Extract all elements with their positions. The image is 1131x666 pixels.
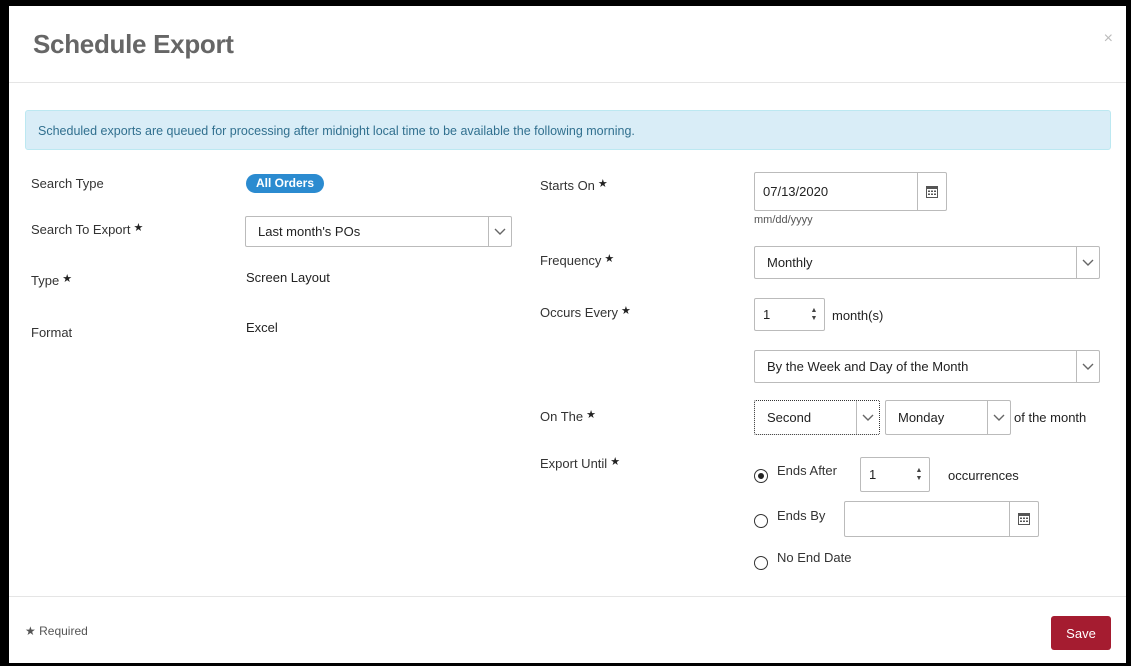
occurs-every-stepper[interactable]: 1 ▲ ▼ bbox=[754, 298, 825, 331]
chevron-down-icon bbox=[488, 217, 511, 246]
type-label-text: Type bbox=[31, 273, 60, 288]
occurs-every-label-text: Occurs Every bbox=[540, 305, 619, 320]
type-label: Type ★ bbox=[31, 272, 72, 288]
calendar-icon[interactable] bbox=[917, 173, 946, 210]
frequency-label: Frequency ★ bbox=[540, 252, 614, 268]
day-of-week-select[interactable]: Monday bbox=[885, 400, 1011, 435]
ends-by-radio[interactable] bbox=[754, 514, 768, 528]
on-the-label-text: On The bbox=[540, 409, 584, 424]
week-value: Second bbox=[767, 410, 812, 425]
search-to-export-label-text: Search To Export bbox=[31, 222, 131, 237]
search-to-export-select[interactable]: Last month's POs bbox=[245, 216, 512, 247]
dialog-title: Schedule Export bbox=[33, 29, 234, 59]
close-icon[interactable]: × bbox=[1104, 30, 1113, 48]
required-note: ★ Required bbox=[25, 624, 88, 638]
day-value: Monday bbox=[898, 410, 945, 425]
required-star-icon: ★ bbox=[610, 456, 621, 468]
required-text: Required bbox=[39, 624, 88, 638]
chevron-down-icon bbox=[856, 401, 879, 434]
starts-on-label-text: Starts On bbox=[540, 178, 595, 193]
format-value: Excel bbox=[246, 320, 278, 335]
required-star-icon: ★ bbox=[62, 273, 73, 285]
save-button[interactable]: Save bbox=[1051, 616, 1111, 650]
required-star-icon: ★ bbox=[621, 305, 631, 317]
frequency-value: Monthly bbox=[767, 255, 813, 270]
stepper-arrows-icon[interactable]: ▲ ▼ bbox=[909, 458, 929, 491]
search-to-export-label: Search To Export ★ bbox=[31, 221, 143, 237]
date-format-hint: mm/dd/yyyy bbox=[754, 214, 813, 226]
info-banner: Scheduled exports are queued for process… bbox=[25, 110, 1111, 150]
starts-on-label: Starts On ★ bbox=[540, 177, 608, 193]
frequency-label-text: Frequency bbox=[540, 253, 602, 268]
required-star-icon: ★ bbox=[133, 222, 144, 234]
no-end-date-radio[interactable] bbox=[754, 556, 768, 570]
of-the-month-text: of the month bbox=[1014, 410, 1087, 425]
format-label: Format bbox=[31, 325, 73, 340]
monthly-mode-value: By the Week and Day of the Month bbox=[767, 359, 969, 374]
dialog-header: Schedule Export × bbox=[9, 6, 1126, 83]
ends-after-stepper[interactable]: 1 ▲ ▼ bbox=[860, 457, 930, 492]
stepper-arrows-icon[interactable]: ▲ ▼ bbox=[804, 299, 824, 330]
required-star-icon: ★ bbox=[25, 624, 36, 638]
type-value: Screen Layout bbox=[246, 270, 330, 285]
on-the-label: On The ★ bbox=[540, 408, 596, 424]
schedule-export-dialog: Schedule Export × Scheduled exports are … bbox=[9, 6, 1126, 663]
ends-by-date-input[interactable] bbox=[844, 501, 1039, 537]
occurs-every-label: Occurs Every ★ bbox=[540, 304, 631, 320]
export-until-label-text: Export Until bbox=[540, 456, 608, 471]
no-end-date-label: No End Date bbox=[777, 550, 852, 565]
starts-on-date-input[interactable]: 07/13/2020 bbox=[754, 172, 947, 211]
required-star-icon: ★ bbox=[597, 178, 608, 190]
ends-after-radio[interactable] bbox=[754, 469, 768, 483]
search-to-export-value: Last month's POs bbox=[258, 224, 361, 239]
required-star-icon: ★ bbox=[604, 253, 615, 265]
chevron-down-icon bbox=[1076, 247, 1099, 278]
chevron-down-icon bbox=[987, 401, 1010, 434]
dialog-footer: ★ Required Save bbox=[9, 596, 1126, 663]
search-type-badge: All Orders bbox=[246, 174, 325, 193]
chevron-down-icon bbox=[1076, 351, 1099, 382]
occurs-every-value: 1 bbox=[763, 307, 771, 322]
week-of-month-select[interactable]: Second bbox=[754, 400, 880, 435]
required-star-icon: ★ bbox=[586, 409, 596, 421]
search-type-label: Search Type bbox=[31, 176, 104, 191]
starts-on-value: 07/13/2020 bbox=[763, 184, 829, 199]
occurs-every-unit: month(s) bbox=[832, 308, 884, 323]
monthly-mode-select[interactable]: By the Week and Day of the Month bbox=[754, 350, 1100, 383]
occurrences-text: occurrences bbox=[948, 468, 1019, 483]
frequency-select[interactable]: Monthly bbox=[754, 246, 1100, 279]
ends-after-value: 1 bbox=[869, 467, 877, 482]
calendar-icon[interactable] bbox=[1009, 502, 1038, 536]
ends-by-label: Ends By bbox=[777, 508, 826, 523]
export-until-label: Export Until ★ bbox=[540, 455, 620, 471]
ends-after-label: Ends After bbox=[777, 463, 837, 478]
